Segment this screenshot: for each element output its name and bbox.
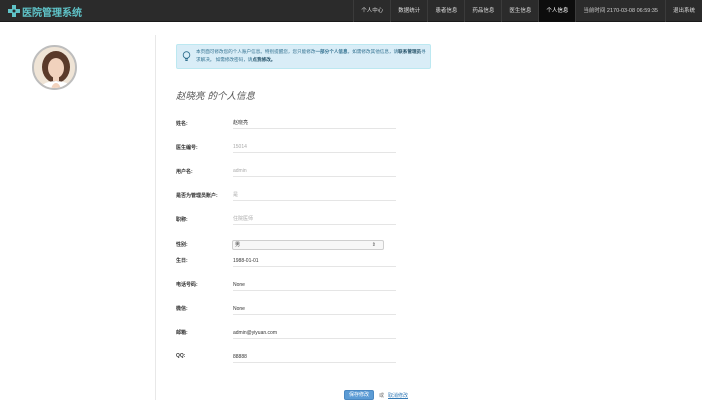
select-arrows-icon: ⇕ bbox=[371, 242, 376, 248]
username-label: 用户名: bbox=[176, 169, 193, 175]
name-label: 姓名: bbox=[176, 121, 188, 127]
gender-select[interactable]: 男 ⇕ bbox=[232, 240, 384, 250]
current-time: 当前时间 2170-03-08 06:59:35 bbox=[575, 0, 665, 22]
email-field[interactable]: admin@yiyuan.com bbox=[233, 328, 396, 339]
gender-label: 性别: bbox=[176, 242, 188, 248]
is-admin-field: 是 bbox=[233, 190, 396, 201]
is-admin-label: 是否为管理员账户: bbox=[176, 193, 218, 199]
top-navbar: 医院管理系统 个人中心 数据统计 患者信息 药品信息 医生信息 个人信息 当前时… bbox=[0, 0, 702, 22]
nav-item-doctors[interactable]: 医生信息 bbox=[501, 0, 538, 22]
phone-label: 电话号码: bbox=[176, 282, 198, 288]
nav-menu: 个人中心 数据统计 患者信息 药品信息 医生信息 个人信息 当前时间 2170-… bbox=[353, 0, 702, 22]
title-field: 住院医师 bbox=[233, 214, 396, 225]
lightbulb-icon bbox=[182, 51, 191, 61]
alert-text-part: ，如需修改其他信息，请 bbox=[347, 49, 399, 54]
title-label: 职称: bbox=[176, 217, 188, 223]
user-portrait-icon bbox=[34, 47, 75, 88]
medical-cross-icon bbox=[8, 5, 20, 17]
save-button[interactable]: 保存修改 bbox=[344, 390, 374, 400]
nav-item-personal-center[interactable]: 个人中心 bbox=[353, 0, 390, 22]
brand-title: 医院管理系统 bbox=[22, 7, 82, 19]
alert-text-part: 本页面可修改您的个人账户信息。特别提醒您，您只能修改 bbox=[196, 49, 316, 54]
page-title: 赵晓亮 的个人信息 bbox=[176, 91, 256, 102]
logout-link[interactable]: 退出系统 bbox=[664, 0, 702, 22]
wechat-label: 微信: bbox=[176, 306, 188, 312]
brand[interactable]: 医院管理系统 bbox=[8, 4, 82, 19]
gender-selected-value: 男 bbox=[235, 242, 241, 248]
birthday-label: 生日: bbox=[176, 258, 188, 264]
info-alert: 本页面可修改您的个人账户信息。特别提醒您，您只能修改一部分个人信息，如需修改其他… bbox=[176, 44, 431, 69]
nav-item-statistics[interactable]: 数据统计 bbox=[390, 0, 427, 22]
alert-message: 本页面可修改您的个人账户信息。特别提醒您，您只能修改一部分个人信息，如需修改其他… bbox=[196, 48, 428, 63]
alert-emphasis: 一部分个人信息 bbox=[315, 49, 348, 54]
or-text: 或 bbox=[379, 393, 385, 399]
name-field[interactable]: 赵晓亮 bbox=[233, 118, 396, 129]
cancel-link[interactable]: 取消修改 bbox=[388, 392, 408, 399]
email-label: 邮箱: bbox=[176, 330, 188, 336]
nav-item-patients[interactable]: 患者信息 bbox=[427, 0, 464, 22]
change-password-link[interactable]: 点我修改。 bbox=[252, 57, 275, 62]
doctor-no-label: 医生编号: bbox=[176, 145, 198, 151]
nav-item-profile[interactable]: 个人信息 bbox=[538, 0, 576, 22]
wechat-field[interactable]: None bbox=[233, 304, 396, 315]
birthday-field[interactable]: 1988-01-01 bbox=[233, 256, 396, 267]
username-field: admin bbox=[233, 166, 396, 177]
qq-label: QQ: bbox=[176, 353, 186, 359]
phone-field[interactable]: None bbox=[233, 280, 396, 291]
contact-admin-link[interactable]: 联系管理员 bbox=[398, 49, 421, 54]
qq-field[interactable]: 88888 bbox=[233, 352, 396, 363]
nav-item-medicines[interactable]: 药品信息 bbox=[464, 0, 501, 22]
avatar bbox=[32, 45, 77, 90]
doctor-no-field: 15014 bbox=[233, 142, 396, 153]
